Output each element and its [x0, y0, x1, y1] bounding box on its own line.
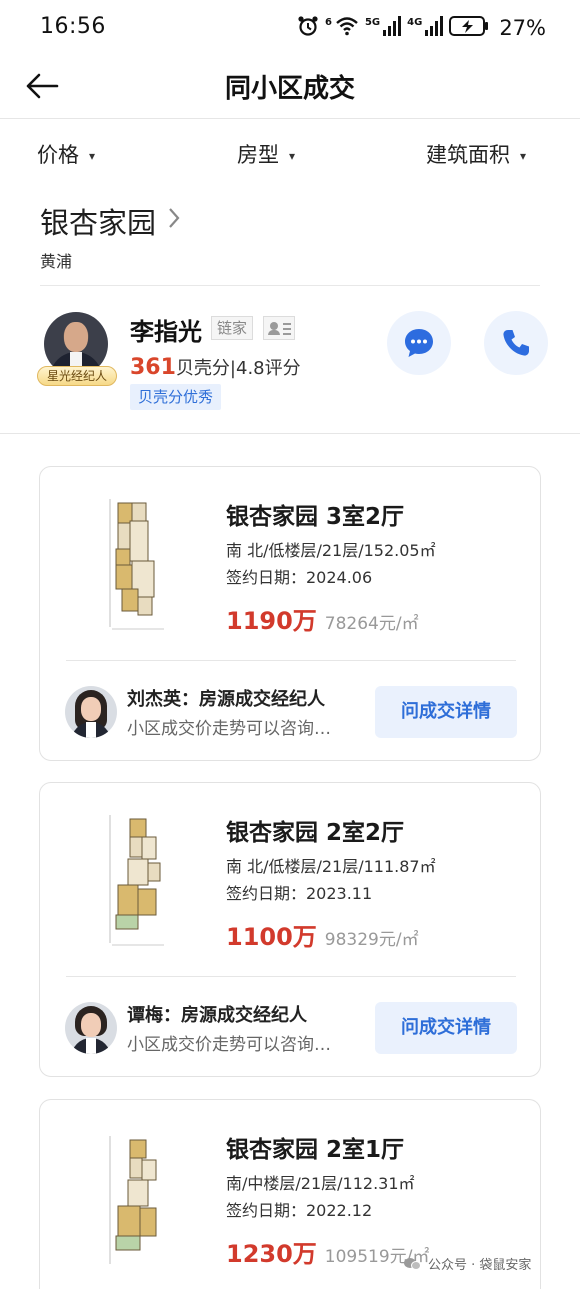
signal-icon: [383, 16, 402, 40]
deal-date: 签约日期：2023.11: [226, 884, 373, 903]
battery-charging-icon: [449, 15, 489, 41]
deal-date: 签约日期：2024.06: [226, 568, 373, 587]
agent-quality-tag: 贝壳分优秀: [130, 384, 222, 410]
filter-label: 建筑面积: [426, 143, 510, 167]
community-name: 银杏家园: [40, 206, 157, 240]
wechat-icon: [404, 1257, 422, 1271]
star-agent-badge: 星光经纪人: [37, 366, 117, 386]
divider: [66, 660, 516, 661]
status-time: 16:56: [40, 14, 106, 39]
deal-total-price: 1100万: [226, 923, 317, 951]
broker-desc: 小区成交价走势可以咨询…: [127, 719, 331, 739]
deal-unit-price: 98329元/㎡: [324, 930, 419, 950]
chevron-down-icon: ▾: [520, 149, 527, 163]
deal-unit-price: 78264元/㎡: [324, 614, 419, 634]
filter-label: 价格: [37, 143, 79, 167]
nav-bar: 同小区成交: [0, 56, 580, 118]
avatar[interactable]: [65, 1002, 117, 1054]
deal-title: 银杏家园 2室1厅: [226, 1137, 405, 1163]
agent-card: 星光经纪人 李指光 链家 361贝壳分|4.8评分 贝壳分优秀: [0, 286, 580, 434]
watermark: 公众号 · 袋鼠安家: [404, 1254, 531, 1273]
deal-price: 1190万 78264元/㎡: [226, 601, 419, 636]
community-district: 黄浦: [40, 252, 73, 271]
divider: [66, 976, 516, 977]
wifi-generation-label: 6: [325, 16, 332, 28]
deal-price: 1230万 109519元/㎡: [226, 1234, 429, 1269]
filter-bar: 价格 ▾ 房型 ▾ 建筑面积 ▾: [0, 118, 580, 186]
business-card-icon[interactable]: [263, 316, 295, 340]
floorplan-image: [106, 1132, 170, 1268]
ask-deal-detail-button[interactable]: 问成交详情: [375, 1002, 517, 1054]
filter-layout[interactable]: 房型 ▾: [237, 139, 295, 169]
deal-price: 1100万 98329元/㎡: [226, 917, 419, 952]
agent-score-value: 361: [130, 355, 176, 380]
deal-title: 银杏家园 3室2厅: [226, 504, 405, 530]
agent-name: 李指光: [130, 318, 202, 346]
chevron-down-icon: ▾: [89, 149, 96, 163]
floorplan-image: [106, 495, 170, 631]
community-name-row[interactable]: 银杏家园: [40, 200, 180, 242]
agent-brand-tag: 链家: [211, 316, 254, 340]
filter-label: 房型: [237, 143, 279, 167]
deal-total-price: 1190万: [226, 607, 317, 635]
status-bar: 16:56 6 5G 4G 27%: [0, 0, 580, 56]
network-5g-label: 5G: [364, 16, 381, 28]
broker-desc: 小区成交价走势可以咨询…: [127, 1035, 331, 1055]
community-header[interactable]: 银杏家园 黄浦: [40, 200, 180, 271]
deal-spec: 南/中楼层/21层/112.31㎡: [226, 1174, 415, 1193]
agent-score: 361贝壳分|4.8评分: [130, 354, 301, 380]
alarm-icon: [297, 15, 319, 41]
wifi-icon: [335, 16, 359, 40]
deal-spec: 南 北/低楼层/21层/152.05㎡: [226, 541, 436, 560]
call-button[interactable]: [484, 311, 548, 375]
deal-spec: 南 北/低楼层/21层/111.87㎡: [226, 857, 436, 876]
ask-deal-detail-button[interactable]: 问成交详情: [375, 686, 517, 738]
message-button[interactable]: [387, 311, 451, 375]
filter-price[interactable]: 价格 ▾: [37, 139, 95, 169]
broker-name: 谭梅：房源成交经纪人: [127, 1005, 307, 1026]
avatar[interactable]: [65, 686, 117, 738]
battery-percent: 27%: [499, 16, 546, 40]
broker-name: 刘杰英：房源成交经纪人: [127, 689, 325, 710]
deal-card[interactable]: 银杏家园 3室2厅 南 北/低楼层/21层/152.05㎡ 签约日期：2024.…: [39, 466, 541, 761]
status-icons: 6 5G 4G 27%: [297, 14, 546, 42]
deal-title: 银杏家园 2室2厅: [226, 820, 405, 846]
chevron-down-icon: ▾: [289, 149, 296, 163]
agent-score-text: 贝壳分|4.8评分: [175, 358, 301, 379]
network-4g-label: 4G: [407, 16, 423, 28]
watermark-text: 公众号 · 袋鼠安家: [428, 1258, 532, 1273]
chevron-right-icon: [168, 207, 180, 235]
signal-icon: [425, 16, 444, 40]
page-title: 同小区成交: [224, 74, 355, 104]
deal-date: 签约日期：2022.12: [226, 1201, 373, 1220]
floorplan-image: [106, 811, 170, 947]
filter-area[interactable]: 建筑面积 ▾: [426, 139, 526, 169]
chat-bubble-icon: [405, 329, 433, 357]
divider: [0, 433, 580, 434]
phone-icon: [503, 330, 529, 356]
deal-total-price: 1230万: [226, 1240, 317, 1268]
deal-card[interactable]: 银杏家园 2室2厅 南 北/低楼层/21层/111.87㎡ 签约日期：2023.…: [39, 782, 541, 1077]
